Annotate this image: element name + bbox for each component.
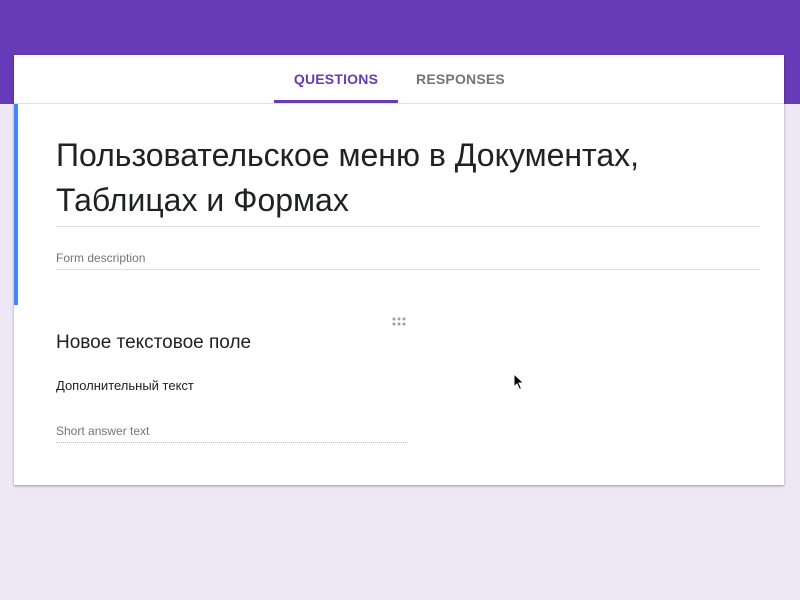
active-tab-indicator	[274, 100, 398, 103]
form-card: QUESTIONS RESPONSES Пользовательское мен…	[14, 55, 784, 485]
question-description[interactable]: Дополнительный текст	[56, 378, 194, 393]
tab-questions[interactable]: QUESTIONS	[274, 55, 398, 103]
title-divider	[56, 226, 760, 227]
form-description-input[interactable]	[56, 251, 760, 270]
tab-bar: QUESTIONS RESPONSES	[14, 55, 784, 104]
question-title[interactable]: Новое текстовое поле	[56, 332, 251, 354]
tab-responses[interactable]: RESPONSES	[398, 55, 523, 103]
drag-handle-icon[interactable]	[391, 313, 407, 326]
short-answer-input[interactable]	[56, 424, 408, 443]
form-header-accent-bar	[14, 104, 18, 305]
form-title[interactable]: Пользовательское меню в Документах, Табл…	[56, 133, 756, 223]
